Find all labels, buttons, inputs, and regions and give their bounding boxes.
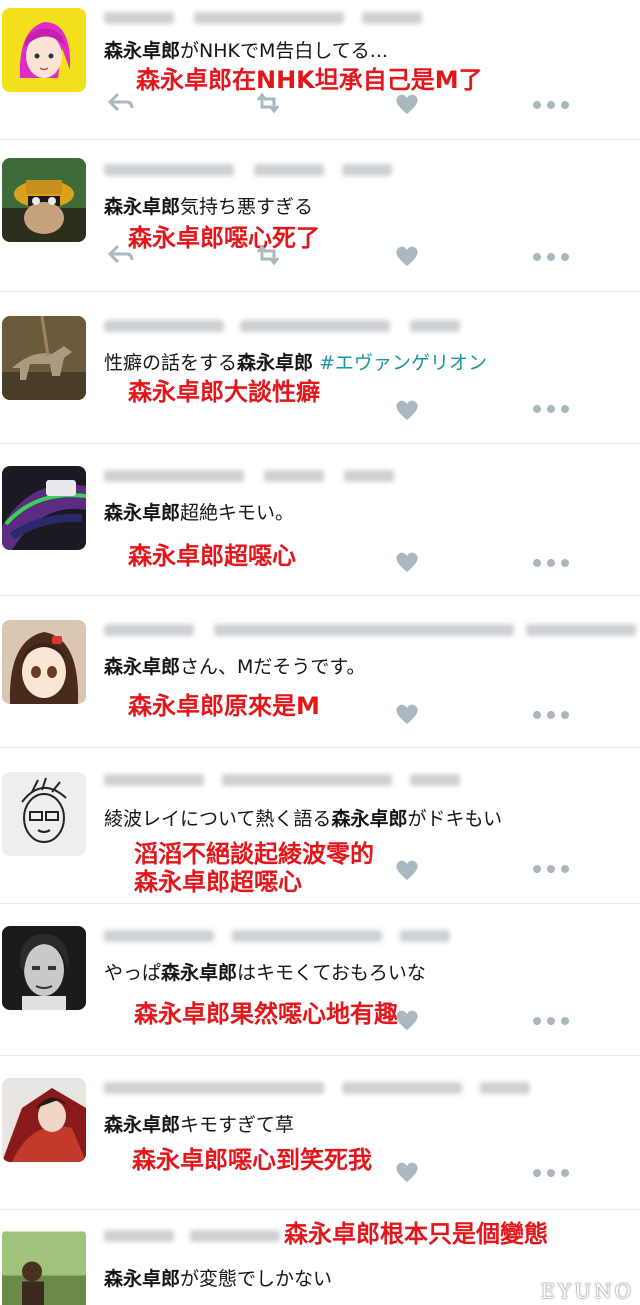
more-icon[interactable]: [532, 1016, 570, 1026]
avatar[interactable]: [2, 620, 86, 704]
heart-icon[interactable]: [394, 702, 420, 726]
tweet-text: 森永卓郎キモすぎて草: [104, 1114, 295, 1136]
highlighted-name: 森永卓郎: [104, 656, 181, 678]
caption-line: 森永卓郎根本只是個變態: [284, 1220, 548, 1248]
caption-line: 森永卓郎噁心到笑死我: [132, 1146, 372, 1174]
reply-icon[interactable]: [108, 92, 134, 112]
tweet-text: やっぱ森永卓郎はキモくておもろいな: [104, 962, 426, 984]
avatar[interactable]: [2, 1078, 86, 1162]
highlighted-name: 森永卓郎: [161, 962, 238, 984]
more-icon[interactable]: [532, 404, 570, 414]
highlighted-name: 森永卓郎: [104, 502, 181, 524]
more-icon[interactable]: [532, 252, 570, 262]
highlighted-name: 森永卓郎: [104, 40, 181, 62]
more-icon[interactable]: [532, 710, 570, 720]
tweet: やっぱ森永卓郎はキモくておもろいな 森永卓郎果然噁心地有趣: [0, 904, 640, 1056]
tweet: 性癖の話をする森永卓郎 #エヴァンゲリオン 森永卓郎大談性癖: [0, 292, 640, 444]
heart-icon[interactable]: [394, 398, 420, 422]
tweet: 森永卓郎さん、Mだそうです。 森永卓郎原來是M: [0, 596, 640, 748]
heart-icon[interactable]: [394, 92, 420, 116]
hashtag-link[interactable]: #エヴァンゲリオン: [319, 352, 487, 374]
heart-icon[interactable]: [394, 244, 420, 268]
caption-line: 森永卓郎噁心死了: [128, 224, 320, 252]
highlighted-name: 森永卓郎: [104, 1268, 181, 1290]
avatar[interactable]: [2, 8, 86, 92]
tweet-text: 森永卓郎さん、Mだそうです。: [104, 656, 366, 678]
tweet: 森永卓郎気持ち悪すぎる 森永卓郎噁心死了: [0, 140, 640, 292]
tweet: 森永卓郎超絶キモい。 森永卓郎超噁心: [0, 444, 640, 596]
caption-line: 森永卓郎果然噁心地有趣: [134, 1000, 398, 1028]
tweet-text: 森永卓郎がNHKでM告白してる...: [104, 40, 388, 62]
reply-icon[interactable]: [108, 244, 134, 264]
caption-line: 森永卓郎原來是M: [128, 692, 320, 720]
more-icon[interactable]: [532, 1168, 570, 1178]
caption-line: 森永卓郎在NHK坦承自己是M了: [136, 66, 483, 94]
more-icon[interactable]: [532, 558, 570, 568]
highlighted-name: 森永卓郎: [237, 352, 314, 374]
highlighted-name: 森永卓郎: [104, 1114, 181, 1136]
heart-icon[interactable]: [394, 1008, 420, 1032]
more-icon[interactable]: [532, 100, 570, 110]
retweet-icon[interactable]: [254, 92, 282, 114]
caption-line: 滔滔不絕談起綾波零的: [134, 840, 374, 868]
highlighted-name: 森永卓郎: [104, 196, 181, 218]
tweet-text: 森永卓郎気持ち悪すぎる: [104, 196, 314, 218]
highlighted-name: 森永卓郎: [331, 808, 408, 830]
avatar[interactable]: [2, 1228, 86, 1305]
avatar[interactable]: [2, 926, 86, 1010]
tweet: 綾波レイについて熱く語る森永卓郎がドキもい 滔滔不絕談起綾波零的 森永卓郎超噁心: [0, 748, 640, 904]
retweet-icon[interactable]: [254, 244, 282, 266]
heart-icon[interactable]: [394, 550, 420, 574]
watermark: EYUNO: [540, 1279, 634, 1303]
avatar[interactable]: [2, 466, 86, 550]
avatar[interactable]: [2, 772, 86, 856]
heart-icon[interactable]: [394, 858, 420, 882]
caption-line: 森永卓郎超噁心: [128, 542, 296, 570]
tweet: 森永卓郎がNHKでM告白してる... 森永卓郎在NHK坦承自己是M了: [0, 0, 640, 140]
avatar[interactable]: [2, 158, 86, 242]
tweet: 森永卓郎キモすぎて草 森永卓郎噁心到笑死我: [0, 1056, 640, 1210]
tweet-text: 森永卓郎超絶キモい。: [104, 502, 295, 524]
caption-line: 森永卓郎超噁心: [134, 868, 302, 896]
tweet-text: 森永卓郎が変態でしかない: [104, 1268, 333, 1290]
tweet-text: 性癖の話をする森永卓郎 #エヴァンゲリオン: [104, 352, 487, 374]
avatar[interactable]: [2, 316, 86, 400]
heart-icon[interactable]: [394, 1160, 420, 1184]
more-icon[interactable]: [532, 864, 570, 874]
caption-line: 森永卓郎大談性癖: [128, 378, 320, 406]
tweet-text: 綾波レイについて熱く語る森永卓郎がドキもい: [104, 808, 503, 830]
